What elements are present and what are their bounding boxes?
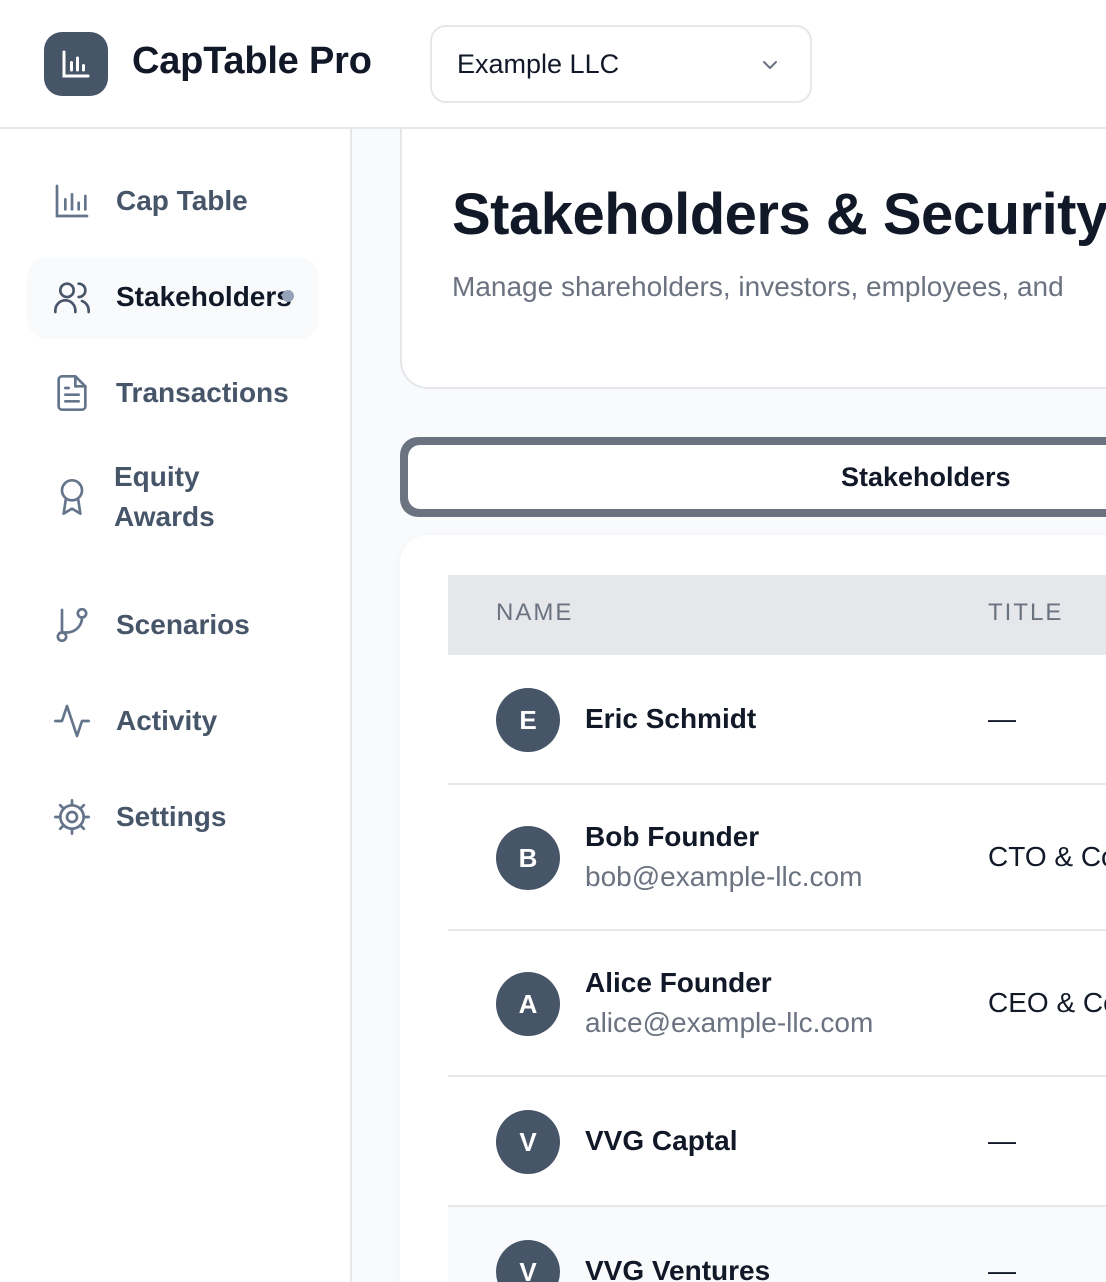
git-branch-icon (52, 605, 92, 645)
avatar: A (496, 972, 560, 1036)
main-content: Stakeholders & Security Manage sharehold… (352, 129, 1106, 1282)
sidebar-item-label: Stakeholders (116, 281, 292, 312)
stakeholder-name: VVG Captal (585, 1125, 738, 1156)
gear-icon (52, 797, 92, 837)
tab-bar: Stakeholders (400, 437, 1106, 517)
stakeholder-title: CEO & Co (988, 987, 1106, 1018)
bar-chart-icon (62, 50, 90, 78)
stakeholder-email: alice@example-llc.com (585, 1007, 874, 1038)
tab-stakeholders[interactable]: Stakeholders (408, 445, 1106, 509)
stakeholder-title: — (988, 1255, 1016, 1282)
company-selector[interactable]: Example LLC (430, 25, 812, 103)
sidebar-item-label: Scenarios (116, 609, 250, 640)
bar-chart-icon (52, 181, 92, 221)
avatar: V (496, 1240, 560, 1282)
page-header-card: Stakeholders & Security Manage sharehold… (400, 129, 1106, 389)
page-title: Stakeholders & Security (452, 182, 1106, 247)
top-header: CapTable Pro Example LLC (0, 0, 1106, 129)
table-row[interactable]: B Bob Founder bob@example-llc.com CTO & … (448, 785, 1106, 931)
stakeholders-table: NAME TITLE E Eric Schmidt — B Bob Founde… (400, 535, 1106, 1282)
table-header: NAME TITLE (448, 575, 1106, 655)
stakeholder-title: — (988, 1125, 1016, 1156)
file-text-icon (52, 373, 92, 413)
sidebar-item-scenarios[interactable]: Scenarios (28, 585, 318, 665)
sidebar-item-transactions[interactable]: Transactions (28, 353, 318, 433)
table-row[interactable]: V VVG Captal — (448, 1077, 1106, 1207)
sidebar-item-label: Equity Awards (114, 461, 215, 532)
active-indicator-dot (282, 290, 294, 302)
sidebar-item-stakeholders[interactable]: Stakeholders (28, 257, 318, 337)
stakeholder-name: Bob Founder (585, 821, 760, 852)
table-row[interactable]: V VVG Ventures — (448, 1207, 1106, 1282)
users-icon (52, 277, 92, 317)
sidebar-item-cap-table[interactable]: Cap Table (28, 161, 318, 241)
chevron-down-icon (763, 61, 777, 69)
sidebar-nav: Cap Table Stakeholders Transactions Equi… (0, 129, 352, 1282)
stakeholder-title: CTO & Co (988, 841, 1106, 872)
sidebar-item-settings[interactable]: Settings (28, 777, 318, 857)
sidebar-item-label: Transactions (116, 377, 289, 408)
sidebar-item-label: Settings (116, 801, 227, 832)
stakeholder-name: Eric Schmidt (585, 703, 757, 734)
column-header-name[interactable]: NAME (496, 599, 573, 627)
avatar: B (496, 826, 560, 890)
stakeholder-email: bob@example-llc.com (585, 861, 863, 892)
sidebar-item-label: Cap Table (116, 185, 248, 216)
table-row[interactable]: A Alice Founder alice@example-llc.com CE… (448, 931, 1106, 1077)
sidebar-item-activity[interactable]: Activity (28, 681, 318, 761)
award-icon (52, 477, 92, 517)
stakeholder-name: Alice Founder (585, 967, 772, 998)
stakeholder-name: VVG Ventures (585, 1255, 771, 1282)
column-header-title[interactable]: TITLE (988, 599, 1063, 627)
table-row[interactable]: E Eric Schmidt — (448, 655, 1106, 785)
page-subtitle: Manage shareholders, investors, employee… (452, 271, 1064, 302)
company-selector-value: Example LLC (457, 48, 620, 79)
sidebar-item-equity-awards[interactable]: Equity Awards (28, 449, 318, 545)
app-logo[interactable] (44, 32, 108, 96)
avatar: V (496, 1110, 560, 1174)
stakeholder-title: — (988, 703, 1016, 734)
app-title: CapTable Pro (132, 40, 372, 82)
sidebar-item-label: Activity (116, 705, 218, 736)
avatar: E (496, 688, 560, 752)
activity-icon (52, 701, 92, 741)
